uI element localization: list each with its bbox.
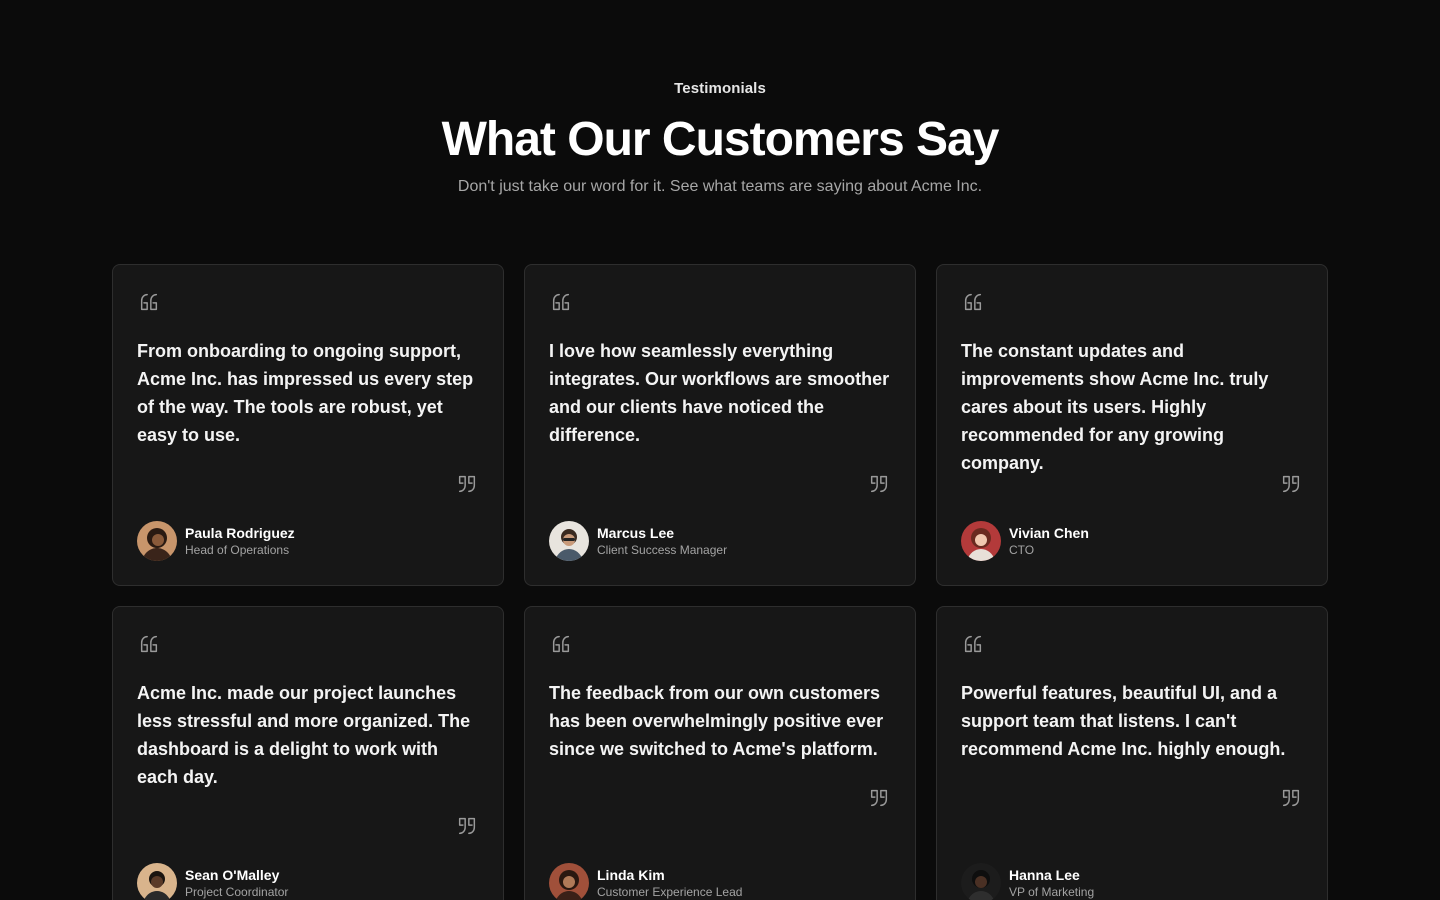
quote-open-icon bbox=[140, 635, 158, 653]
testimonial-quote: The constant updates and improvements sh… bbox=[961, 341, 1269, 473]
avatar-photo-icon bbox=[961, 521, 1001, 561]
avatar-photo-icon bbox=[549, 521, 589, 561]
quote-open-icon bbox=[964, 293, 982, 311]
quote-close-icon bbox=[458, 475, 476, 493]
section-title: What Our Customers Say bbox=[441, 113, 1000, 166]
quote-open-icon bbox=[964, 635, 982, 653]
quote-close-icon bbox=[1282, 789, 1300, 807]
avatar-photo-icon bbox=[137, 521, 177, 561]
testimonial-quote: The feedback from our own customers has … bbox=[549, 683, 884, 759]
quote-close-icon bbox=[870, 475, 888, 493]
quote-close-icon bbox=[870, 789, 888, 807]
testimonial-quote: I love how seamlessly everything integra… bbox=[549, 341, 890, 445]
author-name: Hanna Lee bbox=[1009, 867, 1080, 883]
testimonial-card: From onboarding to ongoing support, Acme… bbox=[112, 264, 504, 586]
testimonials-page: Testimonials What Our Customers Say Don'… bbox=[0, 0, 1440, 900]
author-role: Head of Operations bbox=[185, 543, 290, 557]
testimonial-card: I love how seamlessly everything integra… bbox=[524, 264, 916, 586]
avatar-photo-icon bbox=[137, 863, 177, 900]
testimonial-author: Sean O'Malley Project Coordinator bbox=[137, 863, 288, 900]
testimonial-author: Marcus Lee Client Success Manager bbox=[549, 521, 727, 561]
quote-close-icon bbox=[1282, 475, 1300, 493]
testimonial-quote: Powerful features, beautiful UI, and a s… bbox=[961, 683, 1286, 759]
author-name: Paula Rodriguez bbox=[185, 525, 295, 541]
author-role: Customer Experience Lead bbox=[597, 885, 743, 899]
testimonial-card: Powerful features, beautiful UI, and a s… bbox=[936, 606, 1328, 900]
author-name: Vivian Chen bbox=[1009, 525, 1089, 541]
author-role: Client Success Manager bbox=[597, 543, 728, 557]
quote-open-icon bbox=[140, 293, 158, 311]
quote-open-icon bbox=[552, 293, 570, 311]
testimonial-author: Vivian Chen CTO bbox=[961, 521, 1089, 561]
author-role: Project Coordinator bbox=[185, 885, 289, 899]
testimonials-grid: From onboarding to ongoing support, Acme… bbox=[112, 264, 1328, 900]
section-subtitle: Don't just take our word for it. See wha… bbox=[457, 178, 983, 195]
author-name: Marcus Lee bbox=[597, 525, 675, 541]
author-name: Linda Kim bbox=[597, 867, 665, 883]
testimonial-author: Paula Rodriguez Head of Operations bbox=[137, 521, 295, 561]
testimonial-card: The feedback from our own customers has … bbox=[524, 606, 916, 900]
testimonial-author: Hanna Lee VP of Marketing bbox=[961, 863, 1094, 900]
section-eyebrow: Testimonials bbox=[674, 80, 766, 97]
testimonial-quote: Acme Inc. made our project launches less… bbox=[137, 683, 471, 787]
testimonial-card: The constant updates and improvements sh… bbox=[936, 264, 1328, 586]
avatar-photo-icon bbox=[961, 863, 1001, 900]
testimonial-quote: From onboarding to ongoing support, Acme… bbox=[137, 341, 474, 445]
quote-open-icon bbox=[552, 635, 570, 653]
author-role: VP of Marketing bbox=[1009, 885, 1095, 899]
author-name: Sean O'Malley bbox=[185, 867, 280, 883]
quote-close-icon bbox=[458, 817, 476, 835]
avatar-photo-icon bbox=[549, 863, 589, 900]
testimonial-author: Linda Kim Customer Experience Lead bbox=[549, 863, 742, 900]
testimonial-card: Acme Inc. made our project launches less… bbox=[112, 606, 504, 900]
author-role: CTO bbox=[1009, 543, 1035, 557]
